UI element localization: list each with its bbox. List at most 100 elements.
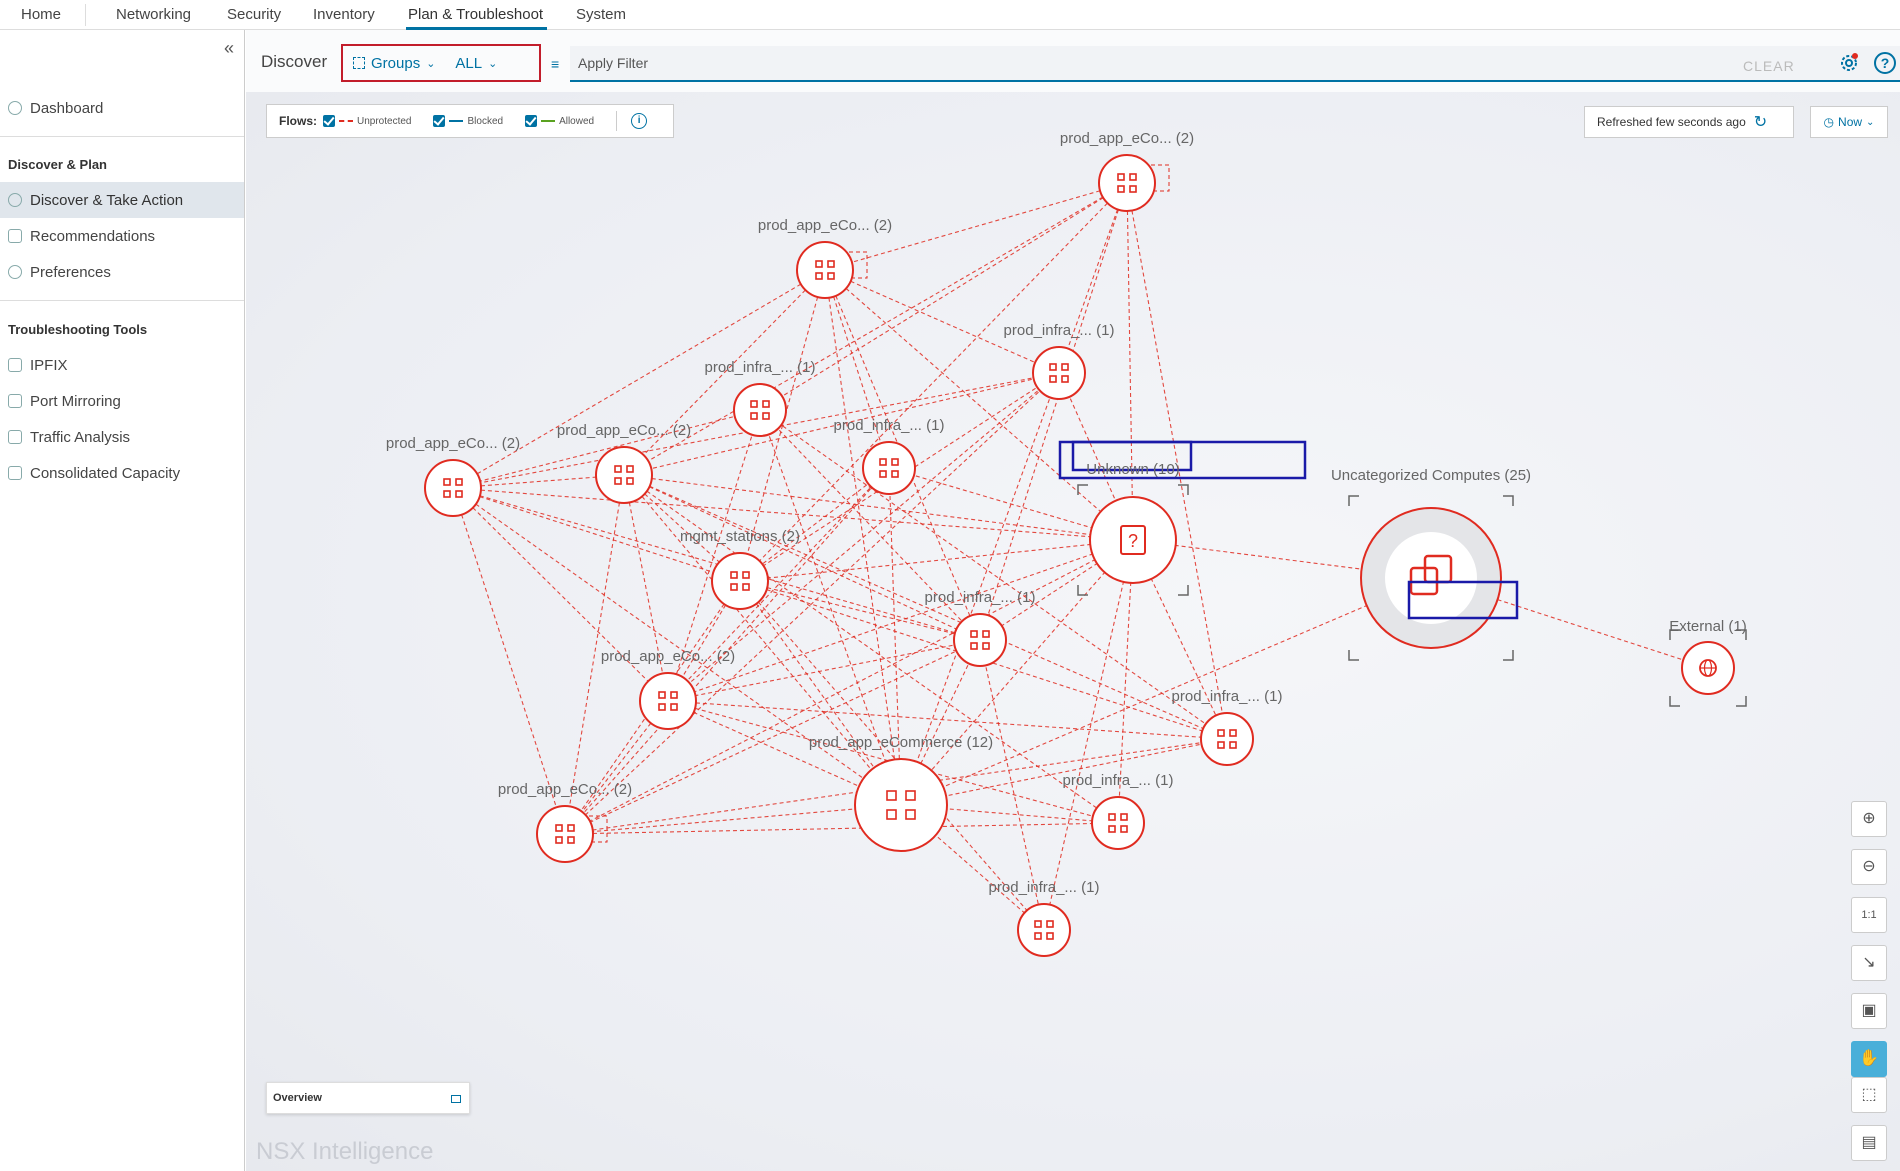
recommendations-icon — [8, 229, 22, 243]
flow-edge — [888, 467, 902, 806]
node-label: prod_app_eCo... (2) — [557, 422, 691, 439]
select-area-button[interactable]: ⬚ — [1851, 1077, 1887, 1113]
flows-label: Flows: — [279, 114, 317, 128]
sidebar-item-port-mirroring[interactable]: Port Mirroring — [0, 383, 244, 419]
top-navigation: Home Networking Security Inventory Plan … — [0, 0, 1900, 30]
node-circle[interactable] — [595, 446, 653, 504]
refresh-icon[interactable]: ↻ — [1754, 112, 1767, 132]
node-circle[interactable] — [854, 758, 948, 852]
sidebar-item-label: Dashboard — [30, 99, 104, 117]
node-circle[interactable] — [862, 441, 916, 495]
nav-home[interactable]: Home — [21, 6, 61, 23]
zoom-out-button[interactable]: ⊖ — [1851, 849, 1887, 885]
settings-gear-icon[interactable] — [1838, 52, 1860, 74]
refresh-status: Refreshed few seconds ago ↻ — [1584, 106, 1794, 138]
node-label: prod_infra_... (1) — [925, 589, 1036, 606]
graph-node[interactable]: ? Unknown (10) — [1071, 440, 1193, 596]
graph-node[interactable]: prod_infra_... (1) — [705, 359, 816, 437]
sidebar-item-discover-take-action[interactable]: Discover & Take Action — [0, 182, 244, 218]
nav-system[interactable]: System — [576, 6, 626, 23]
info-icon[interactable]: i — [631, 113, 648, 129]
sidebar-item-label: Consolidated Capacity — [30, 464, 181, 482]
graph-node[interactable]: prod_app_eCo... (2) — [758, 217, 892, 299]
node-label: Unknown (10) — [1086, 461, 1179, 478]
node-label: prod_infra_... (1) — [1063, 772, 1174, 789]
graph-nodes: prod_app_eCo... (2) prod_app_eCo... (2) pr… — [386, 130, 1747, 957]
actual-size-button[interactable]: 1:1 — [1851, 897, 1887, 933]
pan-hand-button[interactable]: ✋ — [1851, 1041, 1887, 1077]
graph-node[interactable]: prod_infra_... (1) — [1063, 772, 1174, 850]
zoom-in-button[interactable]: ⊕ — [1851, 801, 1887, 837]
graph-node[interactable]: prod_infra_... (1) — [925, 589, 1036, 667]
collapse-sidebar-icon[interactable]: « — [224, 38, 234, 59]
sidebar-item-consolidated-capacity[interactable]: Consolidated Capacity — [0, 455, 244, 491]
nav-networking[interactable]: Networking — [116, 6, 191, 23]
allowed-checkbox[interactable] — [525, 115, 538, 127]
node-circle[interactable] — [711, 552, 769, 610]
node-label: prod_app_eCo... (2) — [386, 435, 520, 452]
traffic-analysis-icon — [8, 430, 22, 444]
sidebar-item-recommendations[interactable]: Recommendations — [0, 218, 244, 254]
dashboard-icon — [8, 101, 22, 115]
node-circle[interactable] — [953, 613, 1007, 667]
filter-input[interactable] — [570, 46, 1900, 82]
node-circle[interactable] — [424, 459, 482, 517]
node-label: prod_app_eCo... (2) — [758, 217, 892, 234]
blocked-checkbox[interactable] — [433, 115, 446, 127]
node-circle[interactable] — [1098, 154, 1156, 212]
sidebar-divider — [0, 300, 244, 301]
help-icon[interactable]: ? — [1874, 52, 1896, 74]
sidebar-item-label: Recommendations — [30, 227, 156, 245]
sidebar-item-ipfix[interactable]: IPFIX — [0, 347, 244, 383]
expand-overview-icon[interactable] — [451, 1095, 461, 1103]
node-circle[interactable] — [639, 672, 697, 730]
sidebar-item-preferences[interactable]: Preferences — [0, 254, 244, 290]
graph-node[interactable]: mgmt_stations (2) — [680, 528, 800, 610]
flow-edge — [623, 474, 981, 641]
fit-to-screen-button[interactable]: ▣ — [1851, 993, 1887, 1029]
sidebar-item-dashboard[interactable]: Dashboard — [0, 90, 244, 126]
scope-dropdown-label[interactable]: ALL — [455, 55, 482, 72]
graph-node[interactable]: prod_app_eCo... (2) — [1060, 130, 1194, 212]
node-circle[interactable] — [1091, 796, 1145, 850]
clear-filter-button[interactable]: CLEAR — [1743, 58, 1795, 74]
chevron-down-icon: ⌄ — [426, 57, 436, 70]
nav-security[interactable]: Security — [227, 6, 281, 23]
nav-inventory[interactable]: Inventory — [313, 6, 375, 23]
collapse-view-button[interactable]: ↘ — [1851, 945, 1887, 981]
graph-node[interactable]: prod_app_eCo... (2) — [557, 422, 691, 504]
graph-node[interactable]: prod_app_eCo... (2) — [498, 781, 632, 863]
sidebar-section-tools: Troubleshooting Tools — [8, 322, 148, 337]
unprotected-checkbox[interactable] — [323, 115, 335, 127]
node-circle[interactable] — [796, 241, 854, 299]
node-circle[interactable] — [1017, 903, 1071, 957]
graph-node[interactable]: prod_infra_... (1) — [1004, 322, 1115, 400]
time-selector[interactable]: ◷ Now ⌄ — [1810, 106, 1888, 138]
topology-graph-canvas[interactable]: prod_app_eCo... (2) prod_app_eCo... (2) pr… — [246, 30, 1900, 1171]
allowed-label: Allowed — [559, 115, 595, 127]
groups-dropdown-label[interactable]: Groups — [371, 55, 420, 72]
selection-bracket — [1348, 650, 1359, 661]
node-circle[interactable] — [1200, 712, 1254, 766]
flow-edges — [452, 182, 1709, 931]
blocked-line-icon — [449, 120, 464, 122]
main-content: prod_app_eCo... (2) prod_app_eCo... (2) pr… — [246, 30, 1900, 1171]
filter-icon: ≡ — [551, 56, 560, 72]
allowed-line-icon — [541, 120, 556, 122]
sidebar-item-traffic-analysis[interactable]: Traffic Analysis — [0, 419, 244, 455]
sidebar: « Dashboard Discover & Plan Discover & T… — [0, 30, 245, 1171]
selection-bracket — [1503, 650, 1514, 661]
graph-node[interactable]: prod_app_eCo... (2) — [601, 648, 735, 730]
graph-node[interactable]: prod_infra_... (1) — [989, 879, 1100, 957]
sidebar-divider — [0, 136, 244, 137]
group-type-selector[interactable]: Groups ⌄ ALL ⌄ — [341, 44, 541, 82]
node-circle[interactable] — [536, 805, 594, 863]
refresh-status-text: Refreshed few seconds ago — [1597, 115, 1746, 129]
export-image-button[interactable]: ▤ — [1851, 1125, 1887, 1161]
nav-plan-troubleshoot[interactable]: Plan & Troubleshoot — [408, 6, 543, 23]
node-circle[interactable] — [733, 383, 787, 437]
node-label: prod_app_eCo... (2) — [601, 648, 735, 665]
node-label: prod_infra_... (1) — [989, 879, 1100, 896]
node-circle[interactable] — [1032, 346, 1086, 400]
page-title: Discover — [261, 52, 328, 71]
